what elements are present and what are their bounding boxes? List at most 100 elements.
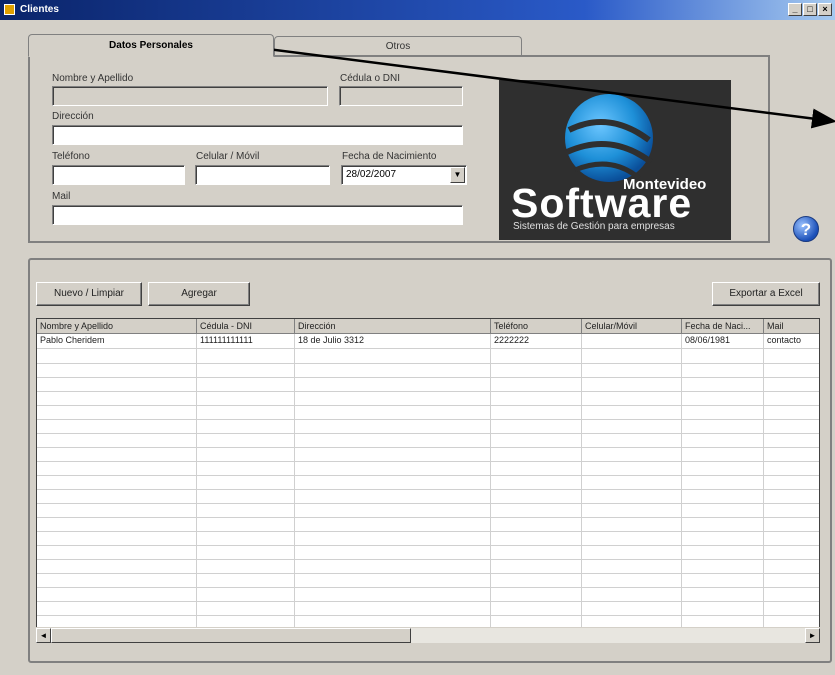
table-cell xyxy=(37,433,197,447)
empty-table-row[interactable] xyxy=(37,545,819,560)
empty-table-row[interactable] xyxy=(37,377,819,392)
empty-table-row[interactable] xyxy=(37,433,819,448)
title-bar[interactable]: Clientes _ □ × xyxy=(0,0,835,20)
cedula-label: Cédula o DNI xyxy=(340,73,401,84)
empty-table-row[interactable] xyxy=(37,587,819,602)
table-cell xyxy=(37,377,197,391)
empty-table-row[interactable] xyxy=(37,461,819,476)
empty-table-row[interactable] xyxy=(37,419,819,434)
table-header: Nombre y Apellido Cédula - DNI Dirección… xyxy=(37,319,819,334)
table-cell xyxy=(582,601,682,615)
empty-table-row[interactable] xyxy=(37,475,819,490)
empty-table-row[interactable] xyxy=(37,447,819,462)
table-cell xyxy=(197,545,295,559)
scroll-right-icon[interactable]: ► xyxy=(805,628,820,643)
table-cell xyxy=(582,433,682,447)
direccion-field[interactable] xyxy=(52,125,463,145)
table-cell xyxy=(491,433,582,447)
table-cell xyxy=(682,601,764,615)
maximize-button[interactable]: □ xyxy=(803,3,817,16)
empty-table-row[interactable] xyxy=(37,531,819,546)
column-header[interactable]: Teléfono xyxy=(491,319,582,334)
table-cell xyxy=(197,517,295,531)
table-cell xyxy=(491,405,582,419)
tab-otros[interactable]: Otros xyxy=(274,36,522,56)
table-cell xyxy=(682,349,764,363)
clientes-table[interactable]: Nombre y Apellido Cédula - DNI Dirección… xyxy=(36,318,820,643)
column-header[interactable]: Dirección xyxy=(295,319,491,334)
table-cell xyxy=(491,503,582,517)
table-cell xyxy=(197,447,295,461)
table-cell xyxy=(682,447,764,461)
telefono-field[interactable] xyxy=(52,165,185,185)
column-header[interactable]: Fecha de Naci... xyxy=(682,319,764,334)
table-cell xyxy=(682,419,764,433)
fecha-nacimiento-picker[interactable]: 28/02/2007 ▼ xyxy=(341,165,467,185)
table-cell xyxy=(582,475,682,489)
empty-table-row[interactable] xyxy=(37,363,819,378)
column-header[interactable]: Nombre y Apellido xyxy=(37,319,197,334)
table-cell xyxy=(491,391,582,405)
table-cell: 111111111111 xyxy=(197,334,295,348)
scroll-thumb[interactable] xyxy=(51,628,411,643)
empty-table-row[interactable] xyxy=(37,573,819,588)
table-cell xyxy=(197,503,295,517)
table-row[interactable]: Pablo Cheridem 111111111111 18 de Julio … xyxy=(37,334,819,349)
chevron-down-icon[interactable]: ▼ xyxy=(450,167,465,183)
table-cell xyxy=(582,405,682,419)
agregar-button[interactable]: Agregar xyxy=(148,282,250,306)
horizontal-scrollbar[interactable]: ◄ ► xyxy=(36,627,820,643)
table-cell xyxy=(295,363,491,377)
table-cell xyxy=(491,489,582,503)
table-cell xyxy=(764,531,819,545)
nombre-field[interactable] xyxy=(52,86,328,106)
app-icon xyxy=(4,4,15,15)
empty-table-row[interactable] xyxy=(37,517,819,532)
scroll-left-icon[interactable]: ◄ xyxy=(36,628,51,643)
table-cell xyxy=(582,573,682,587)
close-button[interactable]: × xyxy=(818,3,832,16)
table-cell xyxy=(582,349,682,363)
table-cell xyxy=(37,405,197,419)
empty-table-row[interactable] xyxy=(37,489,819,504)
empty-table-row[interactable] xyxy=(37,601,819,616)
table-cell xyxy=(197,391,295,405)
nombre-label: Nombre y Apellido xyxy=(52,73,134,84)
table-cell xyxy=(197,573,295,587)
table-cell xyxy=(682,573,764,587)
table-cell xyxy=(764,559,819,573)
table-cell xyxy=(295,503,491,517)
table-cell xyxy=(682,545,764,559)
table-cell xyxy=(764,419,819,433)
exportar-excel-button[interactable]: Exportar a Excel xyxy=(712,282,820,306)
column-header[interactable]: Mail xyxy=(764,319,819,334)
table-cell xyxy=(682,363,764,377)
help-icon[interactable]: ? xyxy=(793,216,819,242)
table-cell xyxy=(764,573,819,587)
table-cell xyxy=(682,531,764,545)
cedula-field[interactable] xyxy=(339,86,463,106)
empty-table-row[interactable] xyxy=(37,349,819,364)
mail-field[interactable] xyxy=(52,205,463,225)
nuevo-limpiar-button[interactable]: Nuevo / Limpiar xyxy=(36,282,142,306)
table-cell xyxy=(582,447,682,461)
table-cell xyxy=(582,489,682,503)
column-header[interactable]: Cédula - DNI xyxy=(197,319,295,334)
empty-table-row[interactable] xyxy=(37,503,819,518)
table-cell xyxy=(295,433,491,447)
column-header[interactable]: Celular/Móvil xyxy=(582,319,682,334)
celular-field[interactable] xyxy=(195,165,330,185)
empty-table-row[interactable] xyxy=(37,559,819,574)
table-cell xyxy=(582,391,682,405)
empty-table-row[interactable] xyxy=(37,391,819,406)
window-title: Clientes xyxy=(20,4,59,15)
table-cell xyxy=(295,419,491,433)
table-cell xyxy=(582,531,682,545)
tab-datos-personales[interactable]: Datos Personales xyxy=(28,34,274,57)
table-cell xyxy=(764,489,819,503)
table-cell xyxy=(491,573,582,587)
table-cell xyxy=(764,475,819,489)
minimize-button[interactable]: _ xyxy=(788,3,802,16)
empty-table-row[interactable] xyxy=(37,405,819,420)
table-cell xyxy=(764,601,819,615)
